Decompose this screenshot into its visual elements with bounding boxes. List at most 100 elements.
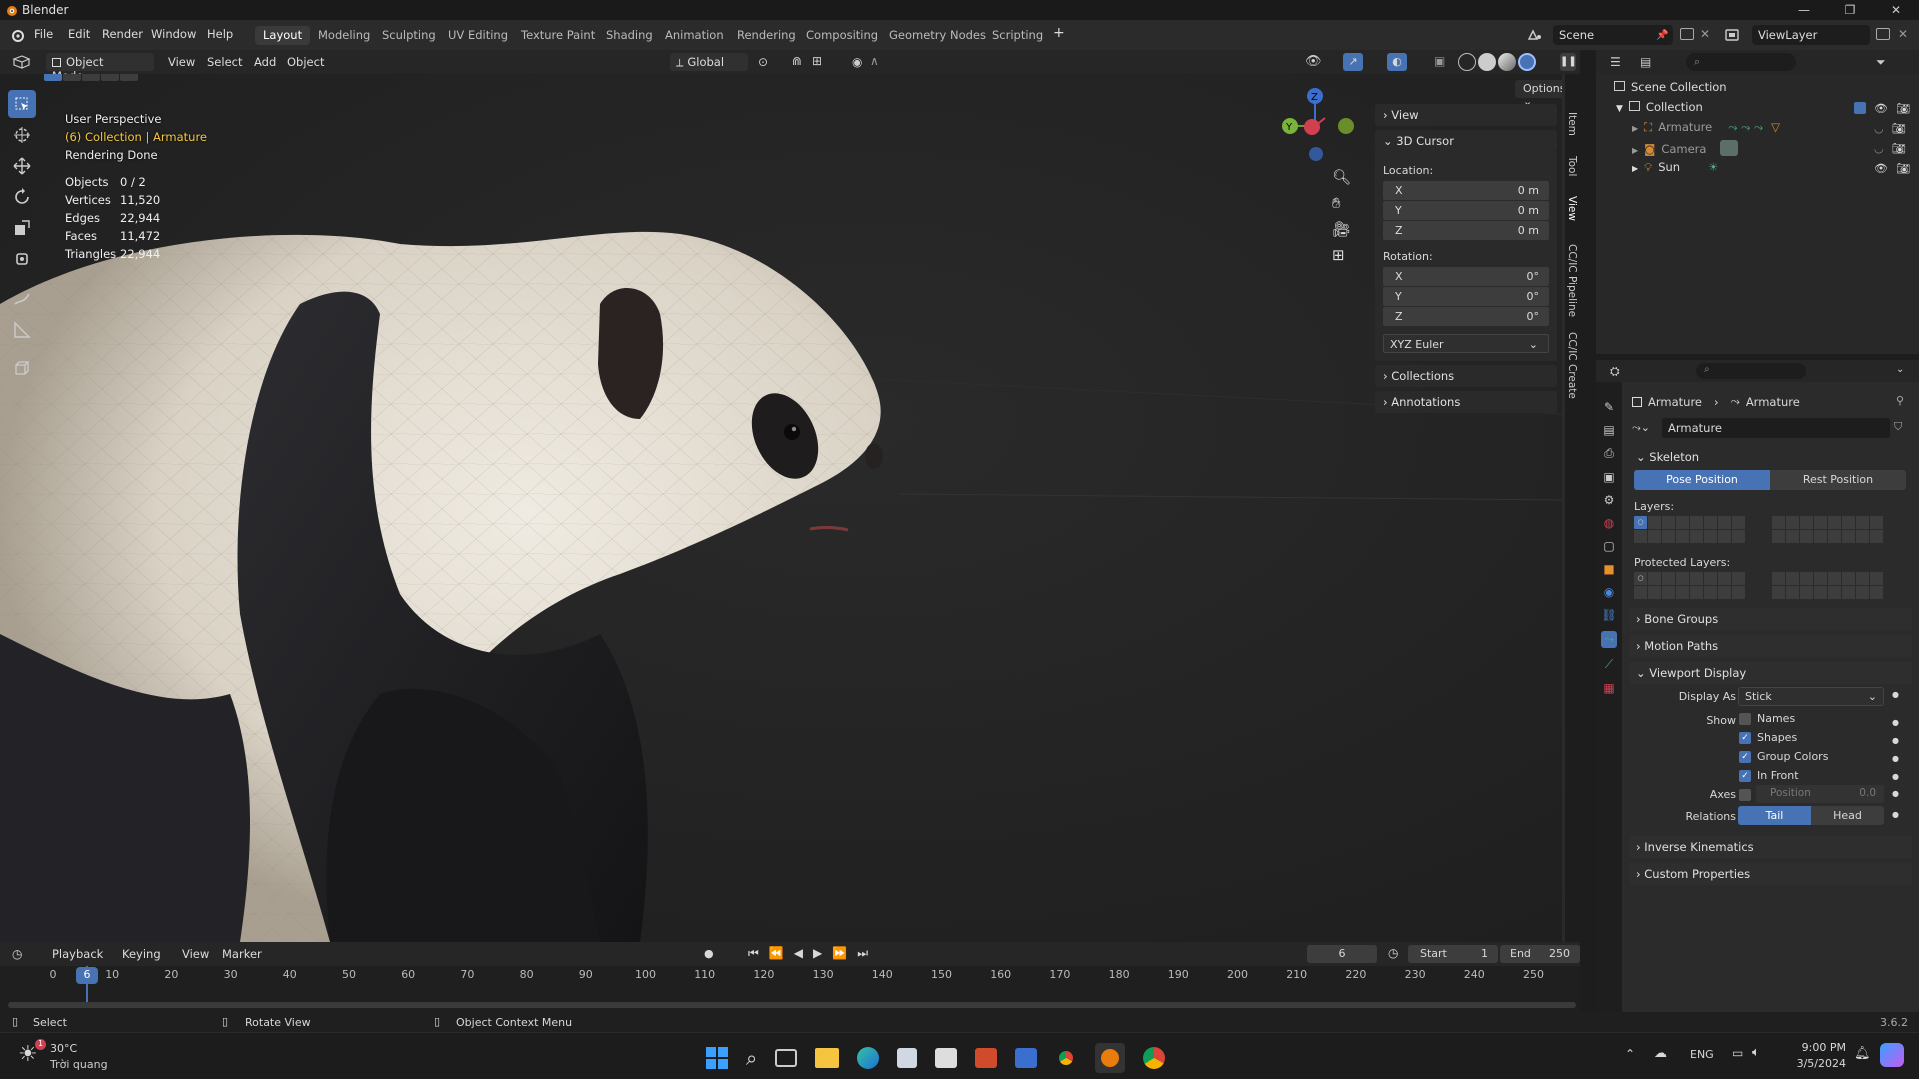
office-app-icon[interactable] [975, 1048, 998, 1068]
pose-position-button[interactable]: Pose Position [1634, 470, 1770, 490]
chevron-down-icon[interactable]: ⌄ [1896, 364, 1904, 375]
protected-layers-grid-right[interactable] [1772, 572, 1883, 599]
render-tab-icon[interactable]: ▤ [1603, 423, 1614, 437]
camera-view-icon[interactable]: 🎥︎ [1332, 220, 1351, 238]
menu-render[interactable]: Render [102, 27, 143, 41]
show-names-option[interactable]: Names [1739, 712, 1828, 725]
snipping-tool-icon[interactable] [897, 1048, 918, 1068]
bone-tab-icon[interactable]: ⟋ [1605, 657, 1613, 672]
menu-file[interactable]: File [34, 27, 53, 41]
armature-data-tab-icon[interactable]: ⤳ [1601, 631, 1617, 648]
visibility-icon[interactable]: 👁 [1305, 54, 1322, 69]
menu-marker[interactable]: Marker [222, 947, 262, 961]
menu-keying[interactable]: Keying [122, 947, 161, 961]
pivot-point-icon[interactable]: ⊙ [758, 55, 768, 69]
xray-icon[interactable]: ▣ [1434, 54, 1445, 68]
tab-texture-paint[interactable]: Texture Paint [513, 26, 603, 45]
rotation-mode-dropdown[interactable]: XYZ Euler ⌄ [1383, 334, 1549, 353]
delete-view-layer-icon[interactable]: ✕ [1898, 27, 1908, 41]
jump-start-icon[interactable]: ⏮ [748, 946, 759, 961]
next-keyframe-icon[interactable]: ⏩ [832, 946, 847, 961]
checkbox[interactable] [1739, 712, 1751, 725]
mail-app-icon[interactable] [1015, 1048, 1038, 1068]
menu-select[interactable]: Select [207, 55, 242, 69]
properties-search-input[interactable]: ⌕ [1696, 363, 1806, 379]
select-new-icon[interactable] [44, 74, 62, 81]
playhead-frame-label[interactable]: 6 [76, 967, 98, 984]
start-frame-field[interactable]: Start 1 [1408, 945, 1498, 963]
pan-hand-icon[interactable]: ✋︎ [1332, 194, 1351, 212]
filter-icon[interactable]: ⏷ [1876, 55, 1886, 70]
scale-tool-icon[interactable] [8, 214, 36, 242]
display-as-dropdown[interactable]: Stick ⌄ [1738, 687, 1884, 706]
select-intersect-icon[interactable] [120, 74, 138, 81]
eye-icon[interactable]: 👁︎ [1874, 102, 1888, 115]
viewport-display-section-header[interactable]: ⌄ Viewport Display [1630, 662, 1912, 684]
annotations-panel-header[interactable]: › Annotations [1375, 391, 1557, 413]
auto-keying-icon[interactable]: ● [704, 947, 714, 960]
chrome-profile-icon[interactable] [1143, 1047, 1166, 1069]
wireframe-shading-icon[interactable] [1458, 53, 1476, 71]
chrome-icon[interactable] [1055, 1047, 1078, 1069]
menu-object[interactable]: Object [287, 55, 324, 69]
rendered-shading-icon[interactable] [1518, 53, 1536, 71]
tab-layout[interactable]: Layout [255, 26, 311, 45]
proportional-edit-icon[interactable]: ◉ [852, 55, 862, 69]
show-in-front-option[interactable]: ✓ In Front [1739, 769, 1828, 782]
axes-position-field[interactable]: Position 0.0 [1756, 785, 1884, 803]
blender-menu-icon[interactable] [10, 28, 24, 42]
options-button[interactable]: Options ⌄ [1515, 80, 1565, 108]
view-layer-icon[interactable] [1724, 28, 1740, 42]
close-button[interactable]: ✕ [1873, 0, 1919, 20]
solid-shading-icon[interactable] [1478, 53, 1496, 71]
transform-orientation-selector[interactable]: ⟂ Global [670, 53, 748, 71]
tool-tab-icon[interactable]: ✎ [1604, 400, 1614, 414]
motion-paths-section-header[interactable]: › Motion Paths [1630, 635, 1912, 657]
material-shading-icon[interactable] [1498, 53, 1516, 71]
tab-cc-ic-create[interactable]: CC/IC Create [1566, 332, 1578, 399]
maximize-button[interactable]: ❐ [1827, 0, 1873, 20]
tab-cc-ic-pipeline[interactable]: CC/IC Pipeline [1566, 244, 1578, 317]
editor-type-icon[interactable] [12, 55, 32, 69]
select-subtract-icon[interactable] [82, 74, 100, 81]
menu-playback[interactable]: Playback [52, 947, 103, 961]
new-scene-icon[interactable] [1680, 28, 1694, 40]
camera-render-icon[interactable]: 📷︎ [1896, 102, 1910, 115]
tab-item[interactable]: Item [1566, 112, 1578, 136]
display-mode-icon[interactable]: ▤ [1640, 55, 1651, 69]
outliner-search-input[interactable]: ⌕ [1686, 53, 1796, 71]
menu-view[interactable]: View [168, 55, 195, 69]
ortho-grid-icon[interactable]: ⊞ [1332, 246, 1351, 264]
delete-scene-icon[interactable]: ✕ [1700, 27, 1710, 41]
relations-tail-button[interactable]: Tail [1738, 806, 1811, 825]
preview-range-icon[interactable]: ◷ [1388, 946, 1398, 960]
prev-keyframe-icon[interactable]: ⏪ [769, 946, 784, 961]
jump-end-icon[interactable]: ⏭ [857, 946, 868, 961]
camera-render-icon[interactable]: 📷︎ [1896, 162, 1910, 175]
new-view-layer-icon[interactable] [1876, 28, 1890, 40]
move-tool-icon[interactable] [8, 152, 36, 180]
location-x-field[interactable]: X 0 m [1383, 181, 1549, 200]
microsoft-store-icon[interactable] [935, 1048, 958, 1068]
location-z-field[interactable]: Z 0 m [1383, 221, 1549, 240]
tab-modeling[interactable]: Modeling [310, 26, 378, 45]
menu-help[interactable]: Help [207, 27, 233, 41]
view-layer-selector[interactable]: ViewLayer [1752, 25, 1870, 45]
outliner-collection[interactable]: ▼ Collection [1616, 100, 1703, 120]
3d-viewport[interactable]: User Perspective (6) Collection | Armatu… [0, 74, 1565, 942]
exclude-checkbox[interactable] [1854, 102, 1866, 114]
texture-tab-icon[interactable]: ▦ [1603, 681, 1614, 695]
cursor-tool-icon[interactable] [8, 121, 36, 149]
cursor-panel-header[interactable]: ⌄ 3D Cursor [1375, 130, 1557, 152]
play-reverse-icon[interactable]: ◀ [794, 946, 803, 961]
tab-geometry-nodes[interactable]: Geometry Nodes [881, 26, 994, 45]
menu-window[interactable]: Window [151, 27, 196, 41]
task-view-icon[interactable] [775, 1049, 798, 1067]
protected-layers-grid-left[interactable]: ○ [1634, 572, 1745, 599]
windows-start-icon[interactable] [706, 1047, 728, 1069]
show-shapes-option[interactable]: ✓ Shapes [1739, 731, 1828, 744]
tab-scripting[interactable]: Scripting [984, 26, 1051, 45]
add-cube-tool-icon[interactable] [8, 354, 36, 382]
physics-tab-icon[interactable]: ◉ [1604, 585, 1614, 599]
location-y-field[interactable]: Y 0 m [1383, 201, 1549, 220]
